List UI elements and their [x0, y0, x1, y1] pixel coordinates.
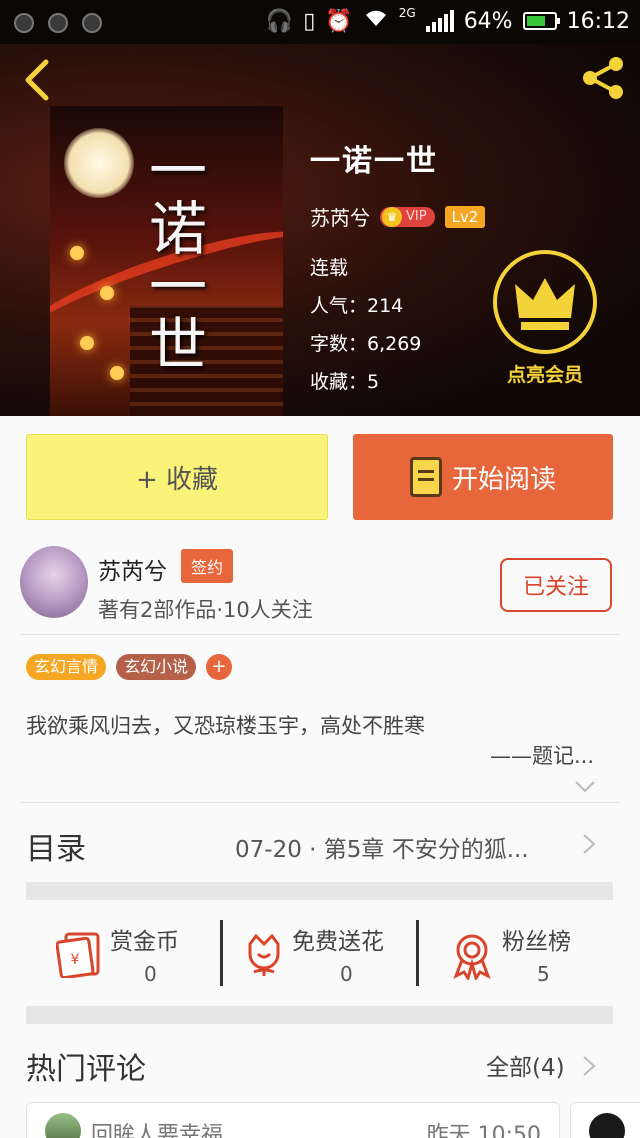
fan-rank-stat[interactable]: 粉丝榜 5	[450, 920, 600, 994]
author-card: 苏芮兮 签约 著有2部作品·10人关注 已关注	[0, 544, 640, 634]
network-type: 2G	[398, 6, 416, 20]
back-arrow-icon[interactable]	[18, 58, 58, 102]
flower-icon	[248, 933, 280, 976]
author-avatar[interactable]	[20, 546, 88, 618]
author-name[interactable]: 苏芮兮	[98, 552, 167, 586]
commenter-avatar[interactable]	[589, 1113, 625, 1138]
catalog-label: 目录	[26, 832, 86, 867]
divider	[416, 920, 419, 986]
hot-comments: 热门评论 全部(4) 回眸人要幸福 昨天 10:50	[0, 1036, 640, 1138]
signed-badge: 签约	[181, 549, 234, 583]
stat-value: 0	[340, 962, 353, 986]
member-button[interactable]: 点亮会员	[490, 250, 600, 387]
battery-percent: 64%	[463, 8, 513, 34]
book-icon	[409, 457, 442, 497]
latest-chapter: 07-20 · 第5章 不安分的狐...	[235, 837, 529, 863]
red-envelope-icon: ¥	[56, 932, 100, 978]
notification-icon	[48, 13, 68, 33]
stat-label: 粉丝榜	[502, 929, 571, 955]
cover-title-art: 一诺一世	[139, 140, 207, 372]
book-word-count: 字数：6,269	[310, 333, 422, 355]
stat-label: 赏金币	[110, 929, 179, 955]
send-flower-stat[interactable]: 免费送花 0	[240, 920, 410, 994]
clock: 16:12	[566, 8, 630, 34]
stat-label: 免费送花	[292, 929, 384, 955]
start-reading-button[interactable]: 开始阅读	[353, 434, 613, 520]
medal-icon	[453, 934, 491, 980]
add-tag-button[interactable]: +	[206, 654, 233, 680]
crown-icon: ♛	[382, 206, 402, 227]
all-comments-link[interactable]: 全部(4)	[486, 1048, 565, 1082]
chevron-right-icon	[583, 834, 596, 854]
reward-coin-stat[interactable]: ¥ 赏金币 0	[56, 920, 216, 994]
intro-signature: ——题记...	[489, 744, 594, 768]
member-label: 点亮会员	[506, 364, 583, 386]
book-popularity: 人气：214	[310, 295, 404, 317]
tag-item[interactable]: 玄幻言情	[26, 654, 107, 680]
tag-list: 玄幻言情 玄幻小说 +	[26, 654, 233, 680]
vibrate-icon: ▯	[303, 8, 316, 34]
start-reading-label: 开始阅读	[451, 464, 556, 495]
book-favorites: 收藏：5	[310, 371, 380, 393]
section-divider	[26, 882, 613, 900]
divider	[220, 920, 223, 986]
chevron-down-icon[interactable]	[574, 776, 596, 798]
chevron-right-icon[interactable]	[580, 1054, 598, 1078]
book-title: 一诺一世	[310, 144, 438, 179]
crown-icon	[515, 278, 575, 330]
stat-value: 0	[144, 962, 157, 986]
level-badge: Lv2	[444, 205, 486, 228]
book-header: 一诺一世 一诺一世 苏芮兮 ♛ VIP Lv2 连载 人气：214 字数：6,2…	[0, 44, 640, 416]
book-author[interactable]: 苏芮兮	[310, 202, 370, 231]
book-cover[interactable]: 一诺一世	[50, 106, 283, 416]
vip-badge: ♛ VIP	[380, 206, 435, 227]
notification-icon	[82, 13, 102, 33]
book-detail-panel: + 收藏 开始阅读 苏芮兮 签约 著有2部作品·10人关注 已关注 玄幻言情 玄…	[0, 416, 640, 1138]
wifi-icon	[363, 8, 389, 34]
section-divider	[26, 1006, 613, 1024]
hot-comments-title: 热门评论	[26, 1052, 146, 1087]
catalog-row[interactable]: 目录 07-20 · 第5章 不安分的狐...	[0, 802, 640, 882]
svg-text:¥: ¥	[71, 952, 80, 968]
book-intro: 我欲乘风归去，又恐琼楼玉宇，高处不胜寒	[26, 714, 425, 738]
comment-card[interactable]: 回眸人要幸福 昨天 10:50	[26, 1102, 560, 1138]
notification-icon	[14, 13, 34, 33]
tag-item[interactable]: 玄幻小说	[116, 654, 197, 680]
headphones-icon: 🎧	[265, 8, 294, 34]
battery-icon	[522, 12, 560, 30]
commenter-avatar[interactable]	[45, 1113, 81, 1138]
follow-button[interactable]: 已关注	[500, 558, 612, 612]
collect-button[interactable]: + 收藏	[26, 434, 328, 520]
stats-row: ¥ 赏金币 0 免费送花 0 粉丝榜 5	[0, 916, 640, 1006]
stat-value: 5	[537, 962, 550, 986]
alarm-icon: ⏰	[325, 8, 353, 34]
book-status: 连载	[310, 257, 349, 279]
share-icon[interactable]	[580, 54, 628, 102]
status-bar: 🎧 ▯ ⏰ 2G 64% 16:12	[0, 0, 640, 44]
author-description: 著有2部作品·10人关注	[98, 598, 313, 622]
divider	[20, 634, 620, 635]
signal-icon	[425, 10, 454, 32]
comment-time: 昨天 10:50	[426, 1123, 541, 1138]
comment-card[interactable]	[570, 1102, 640, 1138]
commenter-name: 回眸人要幸福	[91, 1123, 224, 1138]
